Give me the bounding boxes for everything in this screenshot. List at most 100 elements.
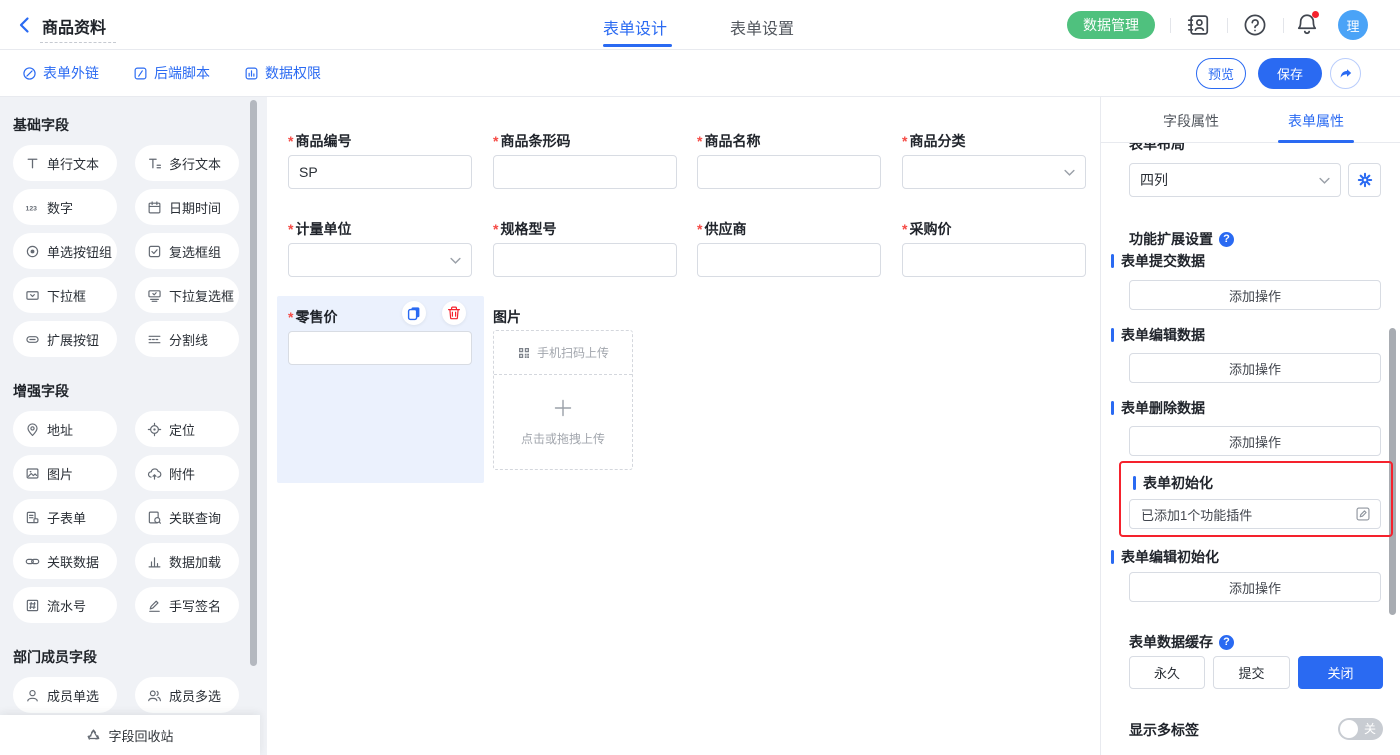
- help-circle-icon[interactable]: [1219, 232, 1234, 247]
- dropdown-icon: [25, 288, 40, 303]
- purchase-price-input[interactable]: [902, 243, 1086, 277]
- avatar[interactable]: 理: [1338, 10, 1368, 40]
- spec-input[interactable]: [493, 243, 677, 277]
- field-item-member-single[interactable]: 成员单选: [13, 677, 117, 713]
- retail-price-input[interactable]: [288, 331, 472, 365]
- field-item-attachment[interactable]: 附件: [135, 455, 239, 491]
- extension-settings-title: 功能扩展设置: [1129, 229, 1234, 249]
- subform-icon: [25, 510, 40, 525]
- supplier-input[interactable]: [697, 243, 881, 277]
- form-designer-app: 商品资料 表单设计 表单设置 数据管理 理 表单外链 后端脚: [0, 0, 1400, 755]
- field-item-linked-data[interactable]: 关联数据: [13, 543, 117, 579]
- field-item-serial-number[interactable]: 流水号: [13, 587, 117, 623]
- section-title-member-fields: 部门成员字段: [13, 647, 267, 667]
- product-code-input[interactable]: [288, 155, 472, 189]
- field-item-label: 数据加载: [169, 552, 221, 571]
- field-item-extend-button[interactable]: 扩展按钮: [13, 321, 117, 357]
- field-item-member-multi[interactable]: 成员多选: [135, 677, 239, 713]
- field-item-linked-query[interactable]: 关联查询: [135, 499, 239, 535]
- save-button[interactable]: 保存: [1258, 58, 1322, 89]
- cache-option-close[interactable]: 关闭: [1298, 656, 1383, 689]
- drag-upload-area[interactable]: 点击或拖拽上传: [494, 375, 632, 469]
- field-item-dropdown-multiselect[interactable]: 下拉复选框: [135, 277, 239, 313]
- preview-button[interactable]: 预览: [1196, 58, 1246, 89]
- form-layout-label: 表单布局: [1129, 143, 1185, 154]
- product-name-input[interactable]: [697, 155, 881, 189]
- field-item-datetime[interactable]: 日期时间: [135, 189, 239, 225]
- unit-select[interactable]: [288, 243, 472, 277]
- field-item-checkbox-group[interactable]: 复选框组: [135, 233, 239, 269]
- data-manage-button[interactable]: 数据管理: [1067, 11, 1155, 39]
- enhanced-fields-grid: 地址 定位 图片 附件 子表单: [13, 411, 267, 623]
- field-item-label: 地址: [47, 420, 73, 439]
- form-external-link[interactable]: 表单外链: [22, 63, 99, 83]
- product-barcode-input[interactable]: [493, 155, 677, 189]
- field-item-locate[interactable]: 定位: [135, 411, 239, 447]
- add-action-button-edit[interactable]: 添加操作: [1129, 353, 1381, 383]
- field-item-data-load[interactable]: 数据加载: [135, 543, 239, 579]
- section-form-edit-init: 表单编辑初始化: [1111, 547, 1219, 567]
- extension-settings-label: 功能扩展设置: [1129, 229, 1213, 249]
- add-action-button-edit-init[interactable]: 添加操作: [1129, 572, 1381, 602]
- share-button[interactable]: [1330, 58, 1361, 89]
- tab-form-settings[interactable]: 表单设置: [730, 15, 794, 39]
- contacts-book-icon[interactable]: [1186, 13, 1210, 37]
- cache-option-submit[interactable]: 提交: [1213, 656, 1290, 689]
- copy-field-button[interactable]: [402, 301, 426, 325]
- field-item-dropdown[interactable]: 下拉框: [13, 277, 117, 313]
- form-layout-select[interactable]: 四列: [1129, 163, 1341, 197]
- field-item-multi-line-text[interactable]: 多行文本: [135, 145, 239, 181]
- selected-field-retail-price[interactable]: 零售价: [277, 296, 484, 483]
- field-item-label: 成员多选: [169, 686, 221, 705]
- cache-label: 表单数据缓存: [1129, 632, 1213, 652]
- field-item-signature[interactable]: 手写签名: [135, 587, 239, 623]
- image-icon: [25, 466, 40, 481]
- field-item-label: 手写签名: [169, 596, 221, 615]
- active-tab-underline: [603, 44, 672, 47]
- backend-script-link[interactable]: 后端脚本: [133, 63, 210, 83]
- tab-form-properties[interactable]: 表单属性: [1288, 111, 1344, 131]
- data-permission-link[interactable]: 数据权限: [244, 63, 321, 83]
- product-category-select[interactable]: [902, 155, 1086, 189]
- form-canvas[interactable]: 商品编号 商品条形码 商品名称 商品分类 计量单位 规格型号 供应商 采购价 零…: [267, 97, 1100, 755]
- field-item-single-line-text[interactable]: 单行文本: [13, 145, 117, 181]
- help-circle-icon[interactable]: [1219, 635, 1234, 650]
- section-form-submit: 表单提交数据: [1111, 251, 1205, 271]
- field-item-divider-line[interactable]: 分割线: [135, 321, 239, 357]
- section-title: 表单提交数据: [1121, 251, 1205, 271]
- field-item-address[interactable]: 地址: [13, 411, 117, 447]
- field-recycle-bin[interactable]: 字段回收站: [0, 715, 260, 755]
- edit-pencil-icon[interactable]: [1355, 506, 1371, 522]
- plus-icon: [553, 398, 573, 418]
- field-item-number[interactable]: 123 数字: [13, 189, 117, 225]
- help-icon[interactable]: [1243, 13, 1267, 37]
- tab-form-design[interactable]: 表单设计: [603, 15, 667, 39]
- notification-dot: [1312, 11, 1319, 18]
- add-action-button-submit[interactable]: 添加操作: [1129, 280, 1381, 310]
- basic-fields-grid: 单行文本 多行文本 123 数字 日期时间 单选按钮组: [13, 145, 267, 357]
- sidebar-scrollbar[interactable]: [250, 100, 257, 666]
- divider: [1170, 18, 1171, 33]
- back-icon[interactable]: [14, 14, 36, 36]
- delete-field-button[interactable]: [442, 301, 466, 325]
- recycle-icon: [86, 728, 101, 743]
- section-title-enhanced-fields: 增强字段: [13, 381, 267, 401]
- field-item-label: 流水号: [47, 596, 86, 615]
- form-toolbar: 表单外链 后端脚本 数据权限 预览 保存: [0, 50, 1400, 97]
- field-item-subform[interactable]: 子表单: [13, 499, 117, 535]
- panel-scrollbar[interactable]: [1389, 328, 1396, 615]
- header: 商品资料 表单设计 表单设置 数据管理 理: [0, 0, 1400, 50]
- field-item-label: 成员单选: [47, 686, 99, 705]
- tab-field-properties[interactable]: 字段属性: [1163, 111, 1219, 131]
- add-action-button-delete[interactable]: 添加操作: [1129, 426, 1381, 456]
- form-init-plugin-button[interactable]: 已添加1个功能插件: [1129, 499, 1381, 529]
- field-item-image[interactable]: 图片: [13, 455, 117, 491]
- field-item-label: 多行文本: [169, 154, 221, 173]
- scan-upload-button[interactable]: 手机扫码上传: [494, 331, 632, 375]
- image-upload-field: 手机扫码上传 点击或拖拽上传: [493, 330, 633, 470]
- section-bar: [1111, 254, 1114, 268]
- layout-settings-button[interactable]: [1348, 163, 1381, 197]
- multi-tab-toggle[interactable]: 关: [1338, 718, 1383, 740]
- cache-option-forever[interactable]: 永久: [1129, 656, 1205, 689]
- field-item-radio-group[interactable]: 单选按钮组: [13, 233, 117, 269]
